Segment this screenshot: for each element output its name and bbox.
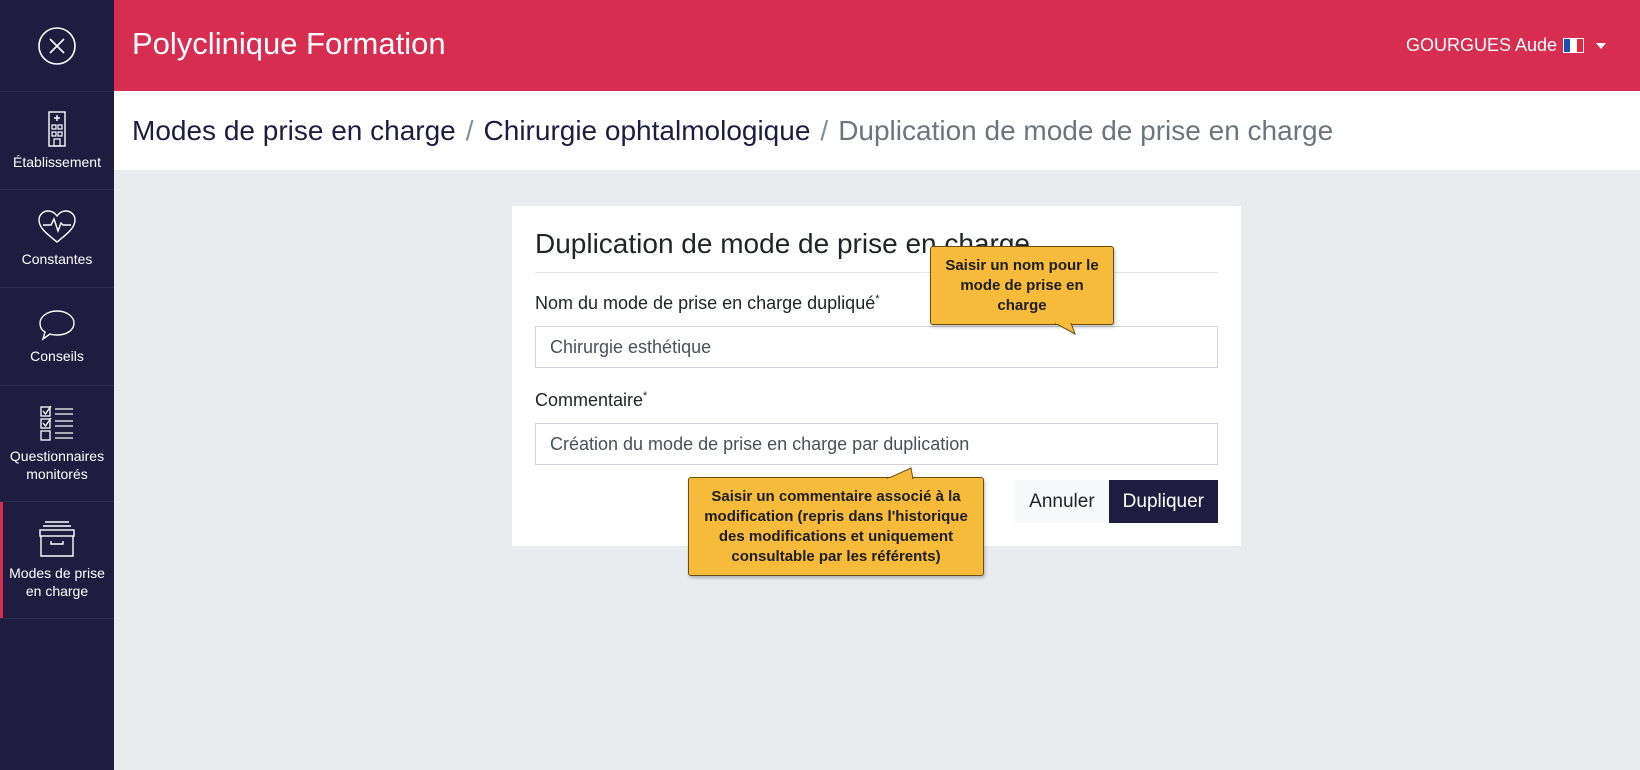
speech-bubble-icon	[39, 309, 75, 341]
comment-help-tooltip: Saisir un commentaire associé à la modif…	[688, 467, 984, 576]
breadcrumb-current: Duplication de mode de prise en charge	[838, 114, 1334, 146]
tooltip-pointer	[887, 467, 914, 479]
name-help-tooltip: Saisir un nom pour le mode de prise en c…	[930, 246, 1114, 335]
app-header: Polyclinique Formation GOURGUES Aude	[114, 0, 1640, 91]
sidebar-item-conseils[interactable]: Conseils	[0, 288, 114, 386]
form-actions: Annuler Dupliquer	[1015, 480, 1218, 523]
tooltip-pointer	[1055, 323, 1076, 335]
duplicate-button[interactable]: Dupliquer	[1108, 480, 1218, 523]
breadcrumb-separator: /	[820, 114, 829, 146]
cancel-button[interactable]: Annuler	[1015, 480, 1109, 523]
required-mark: *	[643, 390, 648, 402]
breadcrumb-separator: /	[465, 114, 474, 146]
sidebar-item-label: Constantes	[21, 250, 93, 267]
chevron-down-icon	[1596, 42, 1606, 49]
sidebar-item-constantes[interactable]: Constantes	[0, 190, 114, 288]
sidebar-item-label: Questionnaires monitorés	[9, 447, 105, 482]
comment-help-text: Saisir un commentaire associé à la modif…	[704, 487, 968, 565]
comment-field-label: Commentaire*	[535, 390, 1218, 411]
breadcrumb-link-modes[interactable]: Modes de prise en charge	[132, 115, 456, 147]
name-field-label: Nom du mode de prise en charge dupliqué*	[535, 293, 1218, 314]
french-flag-icon	[1563, 38, 1584, 53]
comment-value: Création du mode de prise en charge par …	[550, 433, 970, 454]
sidebar-item-etablissement[interactable]: Établissement	[0, 92, 114, 190]
sidebar-item-label: Modes de prise en charge	[9, 565, 105, 599]
duplicated-name-input[interactable]: Chirurgie esthétique	[535, 326, 1218, 368]
comment-label-text: Commentaire	[535, 390, 644, 410]
comment-input[interactable]: Création du mode de prise en charge par …	[535, 423, 1218, 465]
sidebar-item-questionnaires[interactable]: Questionnaires monitorés	[0, 386, 114, 502]
heart-pulse-icon	[38, 209, 76, 243]
required-mark: *	[875, 293, 880, 305]
sidebar: Établissement Constantes Conseils Questi…	[0, 0, 114, 770]
user-name: GOURGUES Aude	[1405, 35, 1557, 55]
building-icon	[48, 110, 66, 147]
duplicated-name-value: Chirurgie esthétique	[550, 336, 712, 357]
checklist-icon	[40, 405, 73, 441]
close-menu-button[interactable]	[0, 0, 114, 92]
close-icon	[38, 26, 76, 65]
form-title: Duplication de mode de prise en charge	[535, 228, 1218, 273]
sidebar-item-label: Conseils	[30, 347, 84, 364]
user-menu[interactable]: GOURGUES Aude	[1406, 35, 1606, 56]
name-label-text: Nom du mode de prise en charge dupliqué	[535, 293, 876, 313]
breadcrumb: Modes de prise en charge / Chirurgie oph…	[114, 91, 1640, 170]
sidebar-item-modes-de-prise-en-charge[interactable]: Modes de prise en charge	[0, 502, 114, 619]
sidebar-item-label: Établissement	[13, 153, 101, 170]
breadcrumb-link-chirurgie[interactable]: Chirurgie ophtalmologique	[484, 115, 811, 147]
app-title: Polyclinique Formation	[132, 26, 446, 61]
archive-box-icon	[39, 521, 75, 557]
name-help-text: Saisir un nom pour le mode de prise en c…	[945, 256, 1099, 314]
